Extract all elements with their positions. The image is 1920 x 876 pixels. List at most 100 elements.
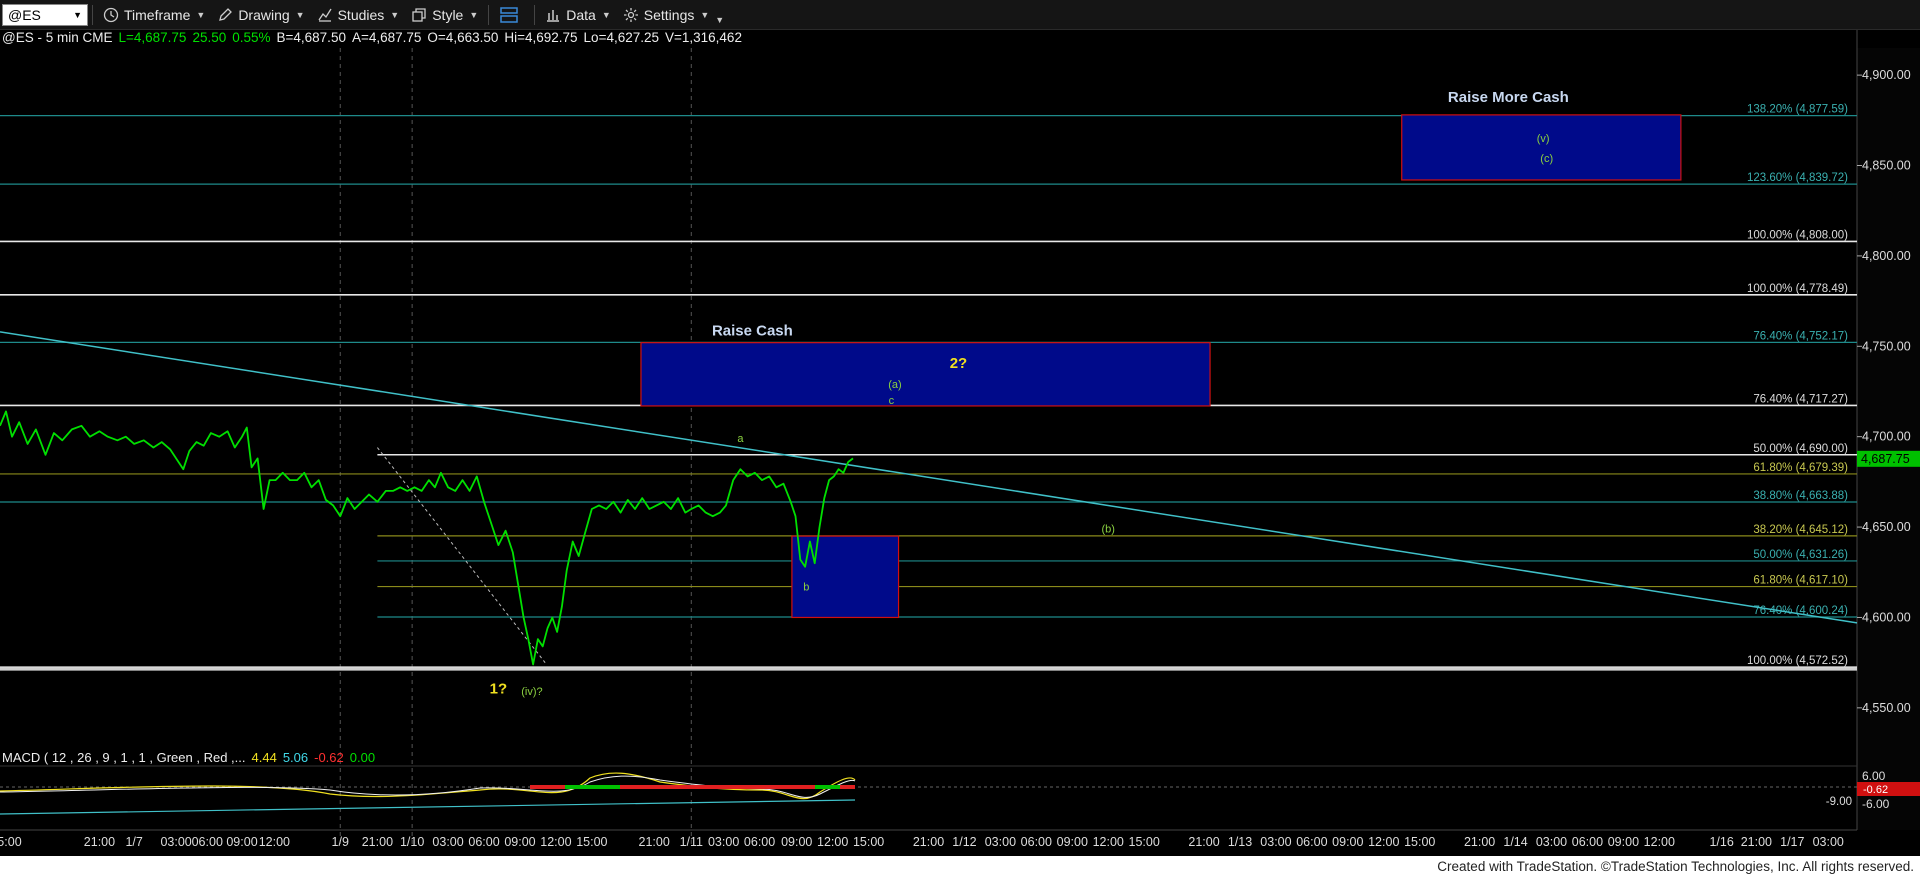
x-tick-label: 15:00 [0, 835, 22, 849]
wave-projection-line [376, 447, 546, 663]
toolbar: @ES ▼ Timeframe ▼ Drawing ▼ Studies ▼ St… [0, 0, 1920, 30]
pencil-icon [219, 7, 233, 21]
x-tick-label: 09:00 [1332, 835, 1363, 849]
fib-level-label: 76.40% (4,752.17) [1753, 330, 1848, 342]
wave-annotation: (b) [1101, 523, 1114, 535]
x-tick-label: 09:00 [504, 835, 535, 849]
last-price-label: 4,687.75 [1861, 452, 1910, 466]
macd-status: MACD ( 12 , 26 , 9 , 1 , 1 , Green , Red… [2, 750, 375, 765]
x-tick-label: 03:00 [432, 835, 463, 849]
x-tick-label: 15:00 [853, 835, 884, 849]
x-tick-label: 03:00 [1260, 835, 1291, 849]
settings-label: Settings [643, 6, 695, 23]
x-tick-label: 1/11 [680, 835, 703, 849]
wave-annotation: (c) [1540, 153, 1553, 165]
x-tick-label: 1/17 [1780, 835, 1804, 849]
caret-down-icon: ▼ [196, 9, 206, 20]
wave-annotation: (a) [888, 379, 901, 391]
macd-level-label: -9.00 [1826, 796, 1852, 808]
x-tick-label: 1/14 [1503, 835, 1527, 849]
studies-button[interactable]: Studies ▼ [311, 3, 406, 27]
caret-down-icon: ▼ [469, 9, 479, 20]
x-tick-label: 03:00 [1536, 835, 1567, 849]
data-label: Data [566, 6, 596, 23]
layout-button[interactable] [493, 3, 530, 27]
fib-level-label: 76.40% (4,717.27) [1753, 393, 1848, 405]
style-button[interactable]: Style ▼ [405, 3, 484, 27]
x-tick-label: 12:00 [1093, 835, 1124, 849]
x-tick-label: 12:00 [259, 835, 290, 849]
fib-level-label: 138.20% (4,877.59) [1747, 104, 1848, 116]
x-tick-label: 09:00 [1057, 835, 1088, 849]
x-tick-label: 15:00 [1129, 835, 1160, 849]
macd-histogram: -0.62 [314, 750, 344, 765]
x-tick-label: 1/10 [400, 835, 424, 849]
wave-annotation: b [803, 581, 809, 593]
wave-annotation: 1? [490, 680, 508, 697]
fib-level-label: 100.00% (4,808.00) [1747, 229, 1848, 241]
x-tick-label: 09:00 [1608, 835, 1639, 849]
timeframe-label: Timeframe [124, 6, 191, 23]
y-tick-label: 4,550.00 [1862, 701, 1911, 715]
price-chart[interactable]: 4,900.00 4,850.00 4,800.00 4,750.00 4,700.00… [0, 30, 1920, 856]
x-tick-label: 21:00 [1188, 835, 1219, 849]
studies-icon [318, 8, 332, 22]
x-tick-label: 21:00 [362, 835, 393, 849]
caret-down-icon: ▼ [295, 9, 305, 20]
fib-level-label: 38.80% (4,663.88) [1753, 490, 1848, 502]
y-tick-label: 4,650.00 [1862, 520, 1911, 534]
x-tick-label: 09:00 [781, 835, 812, 849]
chart-area[interactable]: 4,900.00 4,850.00 4,800.00 4,750.00 4,700.00… [0, 30, 1920, 856]
x-tick-label: 1/13 [1228, 835, 1252, 849]
fib-level-label: 50.00% (4,631.26) [1753, 549, 1848, 561]
overflow-caret-icon[interactable]: ▼ [715, 15, 724, 25]
x-tick-label: 21:00 [1741, 835, 1772, 849]
footer-copyright: Created with TradeStation. ©TradeStation… [1437, 859, 1914, 874]
macd-value-tag-label: -0.62 [1863, 784, 1888, 796]
wave-annotation: c [889, 395, 895, 407]
y-tick-label: 4,850.00 [1862, 159, 1911, 173]
timeframe-button[interactable]: Timeframe ▼ [97, 3, 211, 27]
x-tick-label: 1/7 [125, 835, 142, 849]
x-tick-label: 03:00 [708, 835, 739, 849]
drawing-button[interactable]: Drawing ▼ [211, 3, 310, 27]
x-tick-label: 09:00 [226, 835, 257, 849]
y-tick-label: 4,700.00 [1862, 430, 1911, 444]
x-tick-label: 21:00 [84, 835, 115, 849]
fib-level-label: 76.40% (4,600.24) [1753, 605, 1848, 617]
x-tick-label: 15:00 [1404, 835, 1435, 849]
x-tick-label: 06:00 [1572, 835, 1603, 849]
fib-level-label: 100.00% (4,572.52) [1747, 655, 1848, 667]
wave-annotation: a [737, 433, 744, 445]
chevron-down-icon: ▼ [73, 9, 82, 20]
symbol-selector[interactable]: @ES ▼ [2, 3, 88, 26]
settings-button[interactable]: Settings ▼ [617, 3, 716, 27]
x-tick-label: 12:00 [1368, 835, 1399, 849]
x-tick-label: 06:00 [192, 835, 223, 849]
y-tick-label: 4,800.00 [1862, 249, 1911, 263]
x-tick-label: 1/12 [952, 835, 976, 849]
wave-annotation: Raise More Cash [1448, 89, 1569, 106]
style-icon [412, 7, 426, 22]
x-tick-label: 03:00 [1813, 835, 1844, 849]
macd-tick-label: 6.00 [1862, 769, 1886, 783]
divider [534, 4, 536, 25]
layout-icon [500, 6, 519, 23]
divider [488, 4, 490, 25]
macd-zero: 0.00 [349, 750, 376, 765]
x-tick-label: 1/16 [1709, 835, 1733, 849]
macd-signal: 5.06 [282, 750, 309, 765]
caret-down-icon: ▼ [700, 9, 710, 20]
y-tick-label: 4,900.00 [1862, 68, 1911, 82]
x-tick-label: 12:00 [817, 835, 848, 849]
data-button[interactable]: Data ▼ [539, 3, 617, 27]
symbol-value: @ES [8, 6, 41, 23]
x-tick-label: 03:00 [985, 835, 1016, 849]
fib-level-label: 123.60% (4,839.72) [1747, 172, 1848, 184]
fib-level-label: 38.20% (4,645.12) [1753, 524, 1848, 536]
x-tick-label: 06:00 [1021, 835, 1052, 849]
x-tick-label: 06:00 [744, 835, 775, 849]
raise-more-cash-box [1401, 114, 1682, 181]
x-tick-label: 12:00 [1644, 835, 1675, 849]
x-tick-label: 21:00 [1464, 835, 1495, 849]
